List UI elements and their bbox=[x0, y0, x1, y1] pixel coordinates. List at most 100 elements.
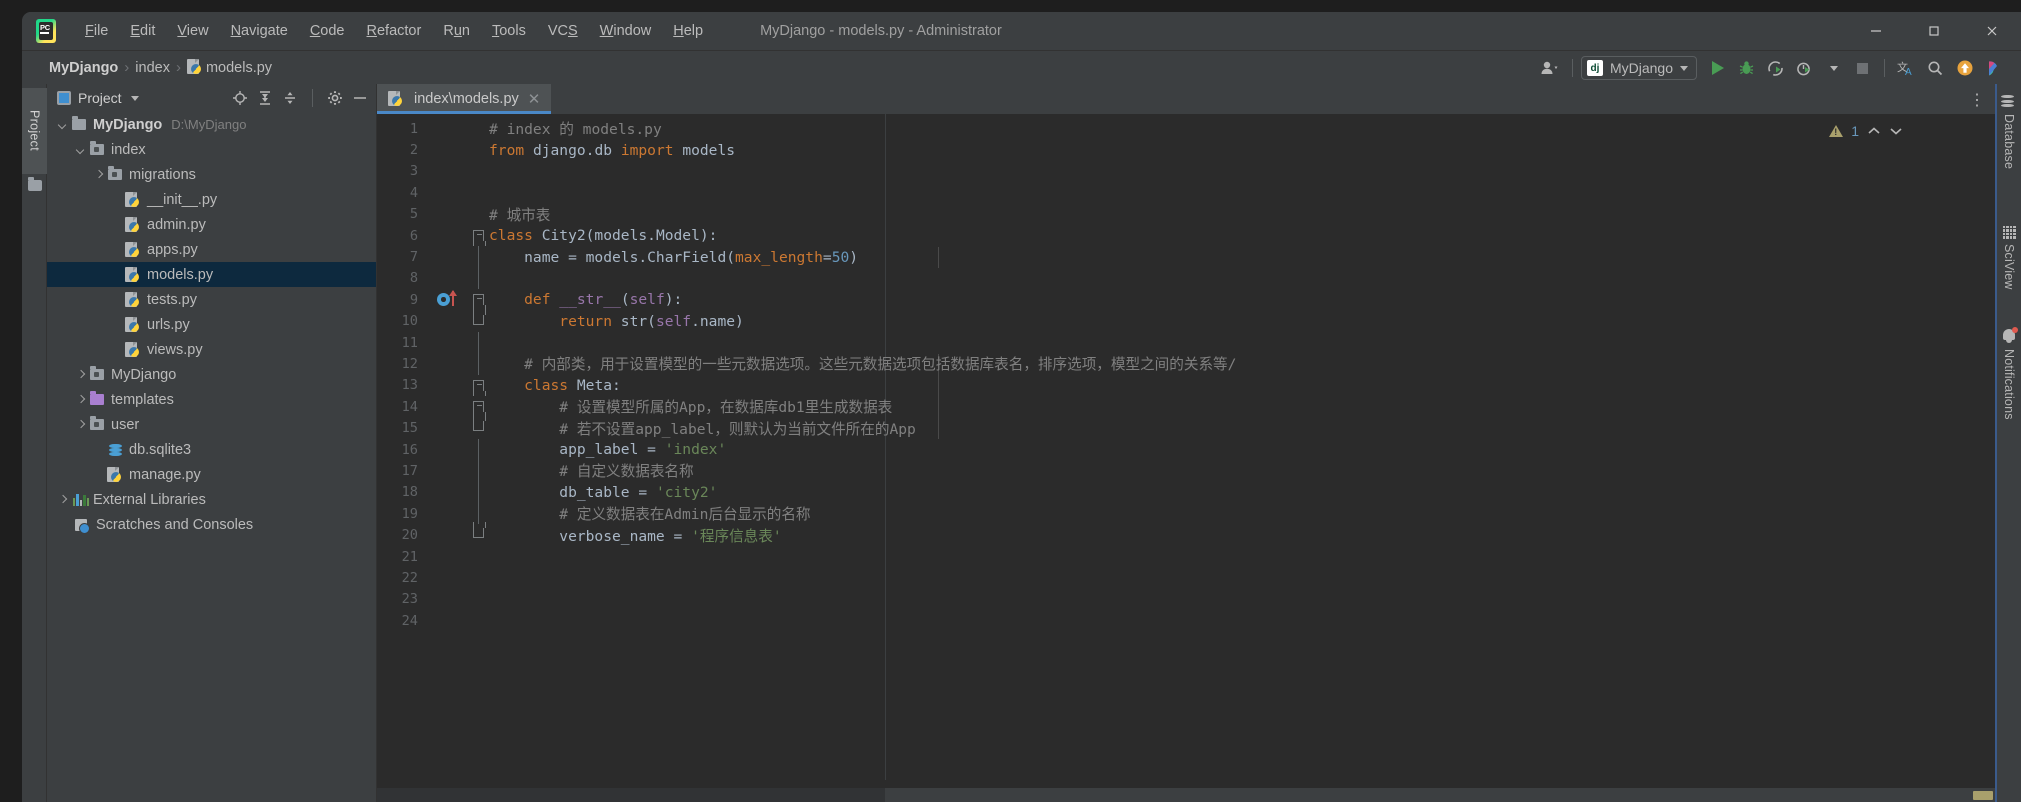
code-token: return bbox=[489, 312, 621, 330]
breadcrumb-item-index[interactable]: index bbox=[131, 58, 174, 78]
chevron-down-icon[interactable] bbox=[74, 143, 87, 156]
close-icon[interactable]: ✕ bbox=[526, 90, 543, 108]
code-fold-icon[interactable] bbox=[473, 379, 486, 396]
code-fold-end-icon[interactable] bbox=[473, 308, 486, 325]
tree-node-models-py[interactable]: models.py bbox=[47, 262, 376, 287]
colored-chevron-icon[interactable] bbox=[1980, 55, 2007, 81]
tree-node-templates[interactable]: templates bbox=[47, 387, 376, 412]
menu-item-window[interactable]: Window bbox=[589, 19, 663, 43]
chevron-down-icon[interactable] bbox=[1889, 124, 1903, 139]
tree-node-manage-py[interactable]: manage.py bbox=[47, 462, 376, 487]
chevron-right-icon[interactable] bbox=[92, 168, 105, 181]
menu-item-navigate[interactable]: Navigate bbox=[220, 19, 299, 43]
code-line: 11 bbox=[377, 331, 1995, 354]
chevron-right-icon[interactable] bbox=[56, 493, 69, 506]
code-token: self bbox=[655, 312, 692, 330]
horizontal-scrollbar[interactable] bbox=[885, 788, 1995, 802]
settings-gear-icon[interactable] bbox=[326, 89, 344, 107]
tree-node-urls-py[interactable]: urls.py bbox=[47, 312, 376, 337]
tree-node-scratches-and-consoles[interactable]: Scratches and Consoles bbox=[47, 512, 376, 537]
update-arrow-icon[interactable] bbox=[1951, 55, 1978, 81]
menu-item-help[interactable]: Help bbox=[662, 19, 714, 43]
code-fold-icon[interactable] bbox=[473, 401, 486, 418]
debug-button[interactable] bbox=[1733, 55, 1760, 81]
tree-node-views-py[interactable]: views.py bbox=[47, 337, 376, 362]
tree-node-tests-py[interactable]: tests.py bbox=[47, 287, 376, 312]
menu-item-refactor[interactable]: Refactor bbox=[356, 19, 433, 43]
chevron-right-icon[interactable] bbox=[74, 418, 87, 431]
collapse-all-icon[interactable] bbox=[281, 89, 299, 107]
profile-button[interactable] bbox=[1791, 55, 1818, 81]
chevron-right-icon[interactable] bbox=[74, 368, 87, 381]
user-account-icon[interactable] bbox=[1537, 55, 1564, 81]
breadcrumb-item-project[interactable]: MyDjango bbox=[45, 58, 122, 78]
gutter-icons[interactable] bbox=[431, 289, 471, 310]
code-fold-icon[interactable] bbox=[473, 294, 486, 311]
code-line: 9 def __str__(self): bbox=[377, 289, 1995, 311]
menu-item-tools[interactable]: Tools bbox=[481, 19, 537, 43]
menu-item-run[interactable]: Run bbox=[432, 19, 481, 43]
hide-panel-icon[interactable] bbox=[351, 89, 369, 107]
run-with-coverage-button[interactable] bbox=[1762, 55, 1789, 81]
code-fold-end-icon[interactable] bbox=[473, 522, 486, 539]
menu-item-vcs[interactable]: VCS bbox=[537, 19, 589, 43]
code-token: verbose_name = bbox=[489, 527, 692, 545]
tree-node-mydjango-root[interactable]: MyDjango D:\MyDjango bbox=[47, 112, 376, 137]
chevron-up-icon[interactable] bbox=[1867, 124, 1881, 139]
breadcrumb-item-file[interactable]: models.py bbox=[183, 57, 276, 78]
inspection-widget[interactable]: 1 bbox=[1829, 123, 1903, 139]
translate-button[interactable]: 文 A bbox=[1893, 55, 1920, 81]
menu-item-view[interactable]: View bbox=[166, 19, 219, 43]
code-editor[interactable]: 1 1 # index 的 models.py 2 from django.db i… bbox=[377, 114, 1995, 802]
minimize-button[interactable] bbox=[1847, 12, 1905, 50]
chevron-down-icon[interactable] bbox=[56, 118, 69, 131]
folder-icon bbox=[71, 115, 88, 133]
code-line: 1 # index 的 models.py bbox=[377, 118, 1995, 139]
code-line: 5 # 城市表 bbox=[377, 204, 1995, 225]
close-button[interactable] bbox=[1963, 12, 2021, 50]
line-number: 11 bbox=[401, 334, 418, 351]
tree-node-migrations[interactable]: migrations bbox=[47, 162, 376, 187]
line-number: 5 bbox=[409, 206, 418, 223]
select-opened-file-icon[interactable] bbox=[231, 89, 249, 107]
menu-item-file[interactable]: File bbox=[74, 19, 119, 43]
scrollbar-thumb[interactable] bbox=[1973, 791, 1993, 800]
code-token: class bbox=[489, 227, 542, 245]
tree-node-mydjango-package[interactable]: MyDjango bbox=[47, 362, 376, 387]
tree-node-db-sqlite3[interactable]: db.sqlite3 bbox=[47, 437, 376, 462]
tool-window-button-notifications[interactable]: Notifications bbox=[1996, 327, 2021, 420]
line-number: 14 bbox=[401, 398, 418, 415]
chevron-right-icon[interactable] bbox=[74, 393, 87, 406]
run-configuration-selector[interactable]: dj MyDjango bbox=[1580, 56, 1697, 80]
profile-dropdown-icon[interactable] bbox=[1820, 55, 1847, 81]
editor-tab-models-py[interactable]: index\models.py ✕ bbox=[377, 84, 552, 114]
tree-node-user[interactable]: user bbox=[47, 412, 376, 437]
line-number: 6 bbox=[409, 227, 418, 244]
project-tree[interactable]: MyDjango D:\MyDjango index migrations __… bbox=[47, 112, 376, 802]
code-fold-end-icon[interactable] bbox=[473, 415, 486, 432]
code-token: django.db bbox=[532, 141, 621, 159]
menu-item-code[interactable]: Code bbox=[299, 19, 356, 43]
menu-item-edit[interactable]: Edit bbox=[119, 19, 166, 43]
svg-text:A: A bbox=[1905, 67, 1912, 77]
code-fold-icon[interactable] bbox=[473, 229, 486, 246]
gutter-footer bbox=[377, 788, 885, 802]
search-icon[interactable] bbox=[1922, 55, 1949, 81]
tree-node-external-libraries[interactable]: External Libraries bbox=[47, 487, 376, 512]
line-number: 12 bbox=[401, 355, 418, 372]
tool-window-button-database[interactable]: Database bbox=[1996, 94, 2021, 169]
more-options-icon[interactable]: ⋮ bbox=[1969, 90, 1985, 110]
stop-button[interactable] bbox=[1849, 55, 1876, 81]
expand-all-icon[interactable] bbox=[256, 89, 274, 107]
tree-node-index[interactable]: index bbox=[47, 137, 376, 162]
tree-node-init-py[interactable]: __init__.py bbox=[47, 187, 376, 212]
run-button[interactable] bbox=[1704, 55, 1731, 81]
ide-window: PC File Edit View Navigate Code Refactor… bbox=[22, 12, 2021, 802]
chevron-down-icon[interactable] bbox=[130, 95, 139, 101]
tree-node-admin-py[interactable]: admin.py bbox=[47, 212, 376, 237]
notification-badge bbox=[2012, 327, 2018, 333]
maximize-button[interactable] bbox=[1905, 12, 1963, 50]
tool-window-button-sciview[interactable]: SciView bbox=[1996, 224, 2021, 290]
tool-window-button-project[interactable]: Project bbox=[22, 88, 47, 174]
tree-node-apps-py[interactable]: apps.py bbox=[47, 237, 376, 262]
